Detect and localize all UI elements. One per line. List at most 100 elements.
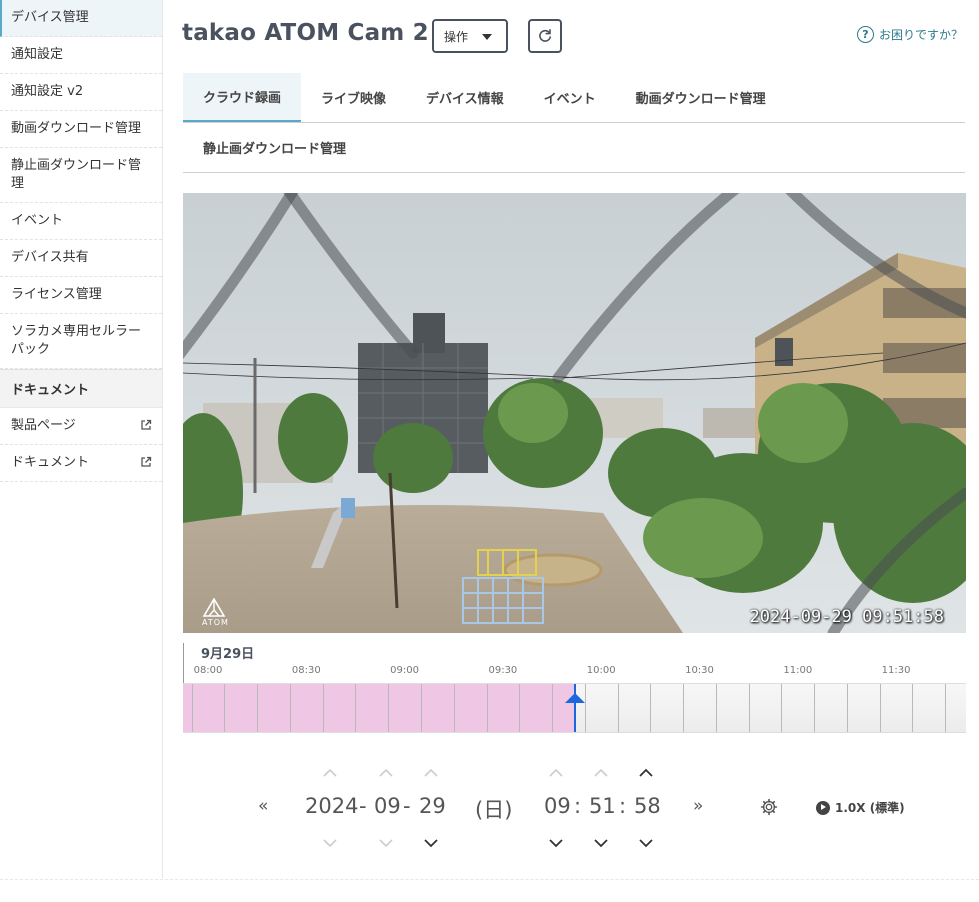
month-down-chevron-icon[interactable] bbox=[377, 836, 395, 850]
timeline-grid-line bbox=[388, 684, 390, 732]
playback-speed-label: 1.0X (標準) bbox=[835, 801, 905, 815]
sidebar: デバイス管理 通知設定 通知設定 v2 動画ダウンロード管理 静止画ダウンロード… bbox=[0, 0, 163, 878]
sidebar-item-video-download[interactable]: 動画ダウンロード管理 bbox=[0, 111, 162, 148]
sidebar-item-device-sharing[interactable]: デバイス共有 bbox=[0, 240, 162, 277]
refresh-icon bbox=[539, 29, 551, 42]
atom-logo: ATOM bbox=[202, 598, 229, 627]
sidebar-link-label: 製品ページ bbox=[11, 418, 76, 433]
timeline-grid-line bbox=[912, 684, 914, 732]
sidebar-item-cellular-pack[interactable]: ソラカメ専用セルラーパック bbox=[0, 314, 162, 369]
timeline-tick-label: 11:30 bbox=[881, 665, 911, 676]
question-circle-icon: ? bbox=[856, 26, 874, 43]
year-up-chevron-icon[interactable] bbox=[321, 766, 339, 780]
tab-events[interactable]: イベント bbox=[524, 73, 616, 122]
timeline-grid-line bbox=[814, 684, 816, 732]
prev-button[interactable]: « bbox=[258, 796, 268, 816]
help-link[interactable]: ? お困りですか？ bbox=[856, 26, 963, 43]
main-content: takao ATOM Cam 2 操作 ? お困りですか？ クラウド録画 ライブ… bbox=[163, 0, 979, 878]
operation-dropdown[interactable]: 操作 bbox=[432, 19, 508, 53]
camera-video-frame[interactable]: ATOM 2024-09-29 09:51:58 bbox=[183, 193, 966, 633]
tab-bar: クラウド録画 ライブ映像 デバイス情報 イベント 動画ダウンロード管理 静止画ダ… bbox=[183, 73, 965, 173]
second-up-chevron-icon[interactable] bbox=[637, 766, 655, 780]
month-up-chevron-icon[interactable] bbox=[377, 766, 395, 780]
timeline-grid-line bbox=[552, 684, 554, 732]
date-separator: - bbox=[359, 794, 367, 818]
day-down-chevron-icon[interactable] bbox=[422, 836, 440, 850]
tab-cloud-recording[interactable]: クラウド録画 bbox=[183, 73, 302, 122]
hour-up-chevron-icon[interactable] bbox=[547, 766, 565, 780]
tab-image-download[interactable]: 静止画ダウンロード管理 bbox=[183, 123, 366, 172]
minute-up-chevron-icon[interactable] bbox=[592, 766, 610, 780]
timeline-day-label: 9月29日 bbox=[201, 647, 255, 662]
timeline-tick-label: 10:00 bbox=[586, 665, 616, 676]
second-down-chevron-icon[interactable] bbox=[637, 836, 655, 850]
playback-cursor[interactable] bbox=[573, 684, 576, 732]
camera-scene-image bbox=[183, 193, 966, 633]
time-minute[interactable]: 51 bbox=[589, 794, 616, 818]
time-hour[interactable]: 09 bbox=[544, 794, 571, 818]
play-circle-icon bbox=[816, 800, 830, 815]
minute-down-chevron-icon[interactable] bbox=[592, 836, 610, 850]
timeline-grid-line bbox=[617, 684, 619, 732]
sidebar-item-notification-settings-v2[interactable]: 通知設定 v2 bbox=[0, 74, 162, 111]
tab-live-video[interactable]: ライブ映像 bbox=[301, 73, 406, 122]
time-separator: : bbox=[619, 794, 627, 818]
playback-speed-button[interactable]: 1.0X (標準) bbox=[816, 799, 905, 816]
timeline-grid-line bbox=[584, 684, 586, 732]
timeline-grid-line bbox=[257, 684, 259, 732]
recording-timeline[interactable]: 9月29日 08:00 08:30 09:00 09:30 10:00 10:30 11:0… bbox=[183, 641, 966, 747]
timeline-grid-line bbox=[781, 684, 783, 732]
timeline-grid-line bbox=[846, 684, 848, 732]
timeline-grid-line bbox=[748, 684, 750, 732]
timeline-grid-line bbox=[683, 684, 685, 732]
sidebar-item-notification-settings[interactable]: 通知設定 bbox=[0, 37, 162, 74]
sidebar-link-label: ドキュメント bbox=[11, 455, 90, 470]
sidebar-link-product-page[interactable]: 製品ページ bbox=[0, 408, 162, 445]
timeline-grid-line bbox=[715, 684, 717, 732]
atom-logo-icon bbox=[202, 598, 226, 617]
timeline-tick-label: 09:00 bbox=[390, 665, 420, 676]
timeline-grid-line bbox=[224, 684, 226, 732]
timeline-tick-label: 08:00 bbox=[193, 665, 223, 676]
time-separator: : bbox=[574, 794, 582, 818]
playback-controls: « 2024 - 09 - 29 (日) 09 : 51 : 58 » 1.0X… bbox=[163, 760, 979, 860]
year-down-chevron-icon[interactable] bbox=[321, 836, 339, 850]
next-button[interactable]: » bbox=[693, 796, 703, 816]
tab-device-info[interactable]: デバイス情報 bbox=[406, 73, 524, 122]
atom-logo-text: ATOM bbox=[202, 618, 229, 627]
footer-divider bbox=[0, 879, 979, 880]
sidebar-link-documentation[interactable]: ドキュメント bbox=[0, 445, 162, 482]
timeline-grid-line bbox=[420, 684, 422, 732]
gear-icon[interactable] bbox=[760, 798, 778, 816]
timeline-grid-line bbox=[453, 684, 455, 732]
tab-video-download[interactable]: 動画ダウンロード管理 bbox=[616, 73, 786, 122]
timeline-grid-line bbox=[355, 684, 357, 732]
hour-down-chevron-icon[interactable] bbox=[547, 836, 565, 850]
external-link-icon bbox=[141, 419, 152, 430]
playback-cursor-handle[interactable] bbox=[564, 693, 585, 703]
date-weekday: (日) bbox=[475, 798, 513, 822]
sidebar-item-device-management[interactable]: デバイス管理 bbox=[0, 0, 162, 37]
sidebar-item-image-download[interactable]: 静止画ダウンロード管理 bbox=[0, 148, 162, 203]
sidebar-item-license[interactable]: ライセンス管理 bbox=[0, 277, 162, 314]
time-second[interactable]: 58 bbox=[634, 794, 661, 818]
help-label: お困りですか？ bbox=[878, 28, 963, 42]
date-day[interactable]: 29 bbox=[419, 794, 446, 818]
external-link-icon bbox=[141, 456, 152, 467]
date-year[interactable]: 2024 bbox=[305, 794, 358, 818]
sidebar-section-documents: ドキュメント bbox=[0, 369, 162, 408]
timeline-tick-label: 08:30 bbox=[291, 665, 321, 676]
page-title: takao ATOM Cam 2 bbox=[182, 20, 429, 46]
day-up-chevron-icon[interactable] bbox=[422, 766, 440, 780]
recorded-segment bbox=[183, 684, 575, 732]
refresh-button[interactable] bbox=[528, 19, 562, 53]
timeline-grid-line bbox=[289, 684, 291, 732]
sidebar-item-events[interactable]: イベント bbox=[0, 203, 162, 240]
video-timestamp: 2024-09-29 09:51:58 bbox=[749, 607, 944, 627]
timeline-tick-label: 11:00 bbox=[783, 665, 813, 676]
timeline-grid-line bbox=[322, 684, 324, 732]
timeline-track[interactable] bbox=[183, 683, 966, 733]
date-month[interactable]: 09 bbox=[374, 794, 401, 818]
timeline-grid-line bbox=[650, 684, 652, 732]
day-start-marker bbox=[183, 643, 184, 683]
